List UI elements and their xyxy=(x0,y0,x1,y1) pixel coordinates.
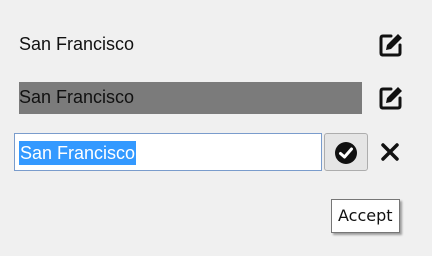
accept-tooltip: Accept xyxy=(331,199,400,233)
selected-text: San Francisco xyxy=(19,141,137,165)
edit-icon[interactable] xyxy=(378,32,404,58)
editable-list-panel: San Francisco San Francisco San Francisc… xyxy=(0,0,432,256)
check-circle-icon xyxy=(335,142,357,164)
list-row-hover[interactable]: San Francisco xyxy=(0,82,432,114)
close-icon xyxy=(381,143,399,161)
cancel-button[interactable] xyxy=(372,133,408,171)
accept-button[interactable] xyxy=(324,133,368,171)
edit-icon[interactable] xyxy=(378,85,404,111)
list-row-editing: San Francisco xyxy=(0,133,432,173)
row-label: San Francisco xyxy=(19,87,135,107)
row-label: San Francisco xyxy=(19,34,135,54)
city-input[interactable]: San Francisco xyxy=(14,133,322,171)
list-row[interactable]: San Francisco xyxy=(0,30,432,60)
